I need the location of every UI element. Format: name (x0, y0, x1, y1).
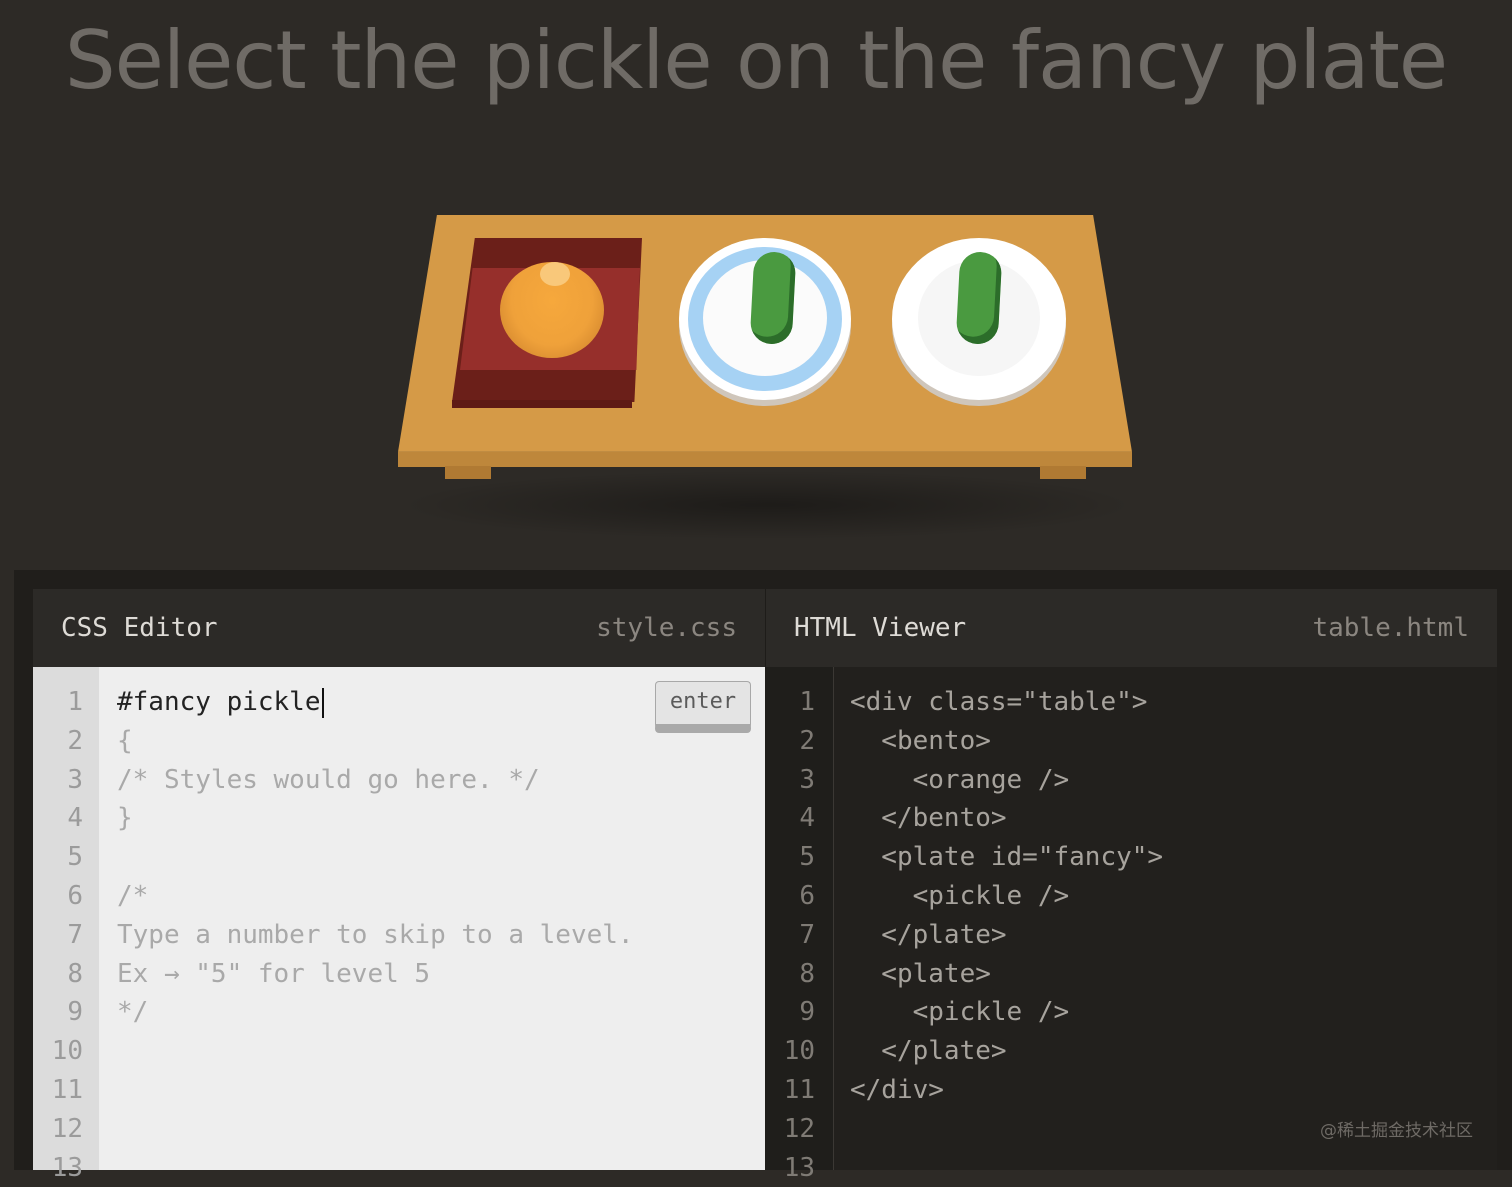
line-number: 12 (783, 1113, 815, 1144)
html-viewer-header: HTML Viewer table.html (765, 589, 1497, 667)
line-number: 2 (799, 725, 815, 756)
code-line: */ (117, 997, 149, 1028)
html-markup-line[interactable]: <plate id="fancy"> (850, 838, 1163, 877)
line-number: 1 (67, 687, 83, 717)
line-number: 6 (67, 880, 83, 911)
html-markup-line (850, 1110, 1163, 1149)
line-number: 3 (799, 764, 815, 795)
table-edge (398, 452, 1132, 467)
pickle-on-fancy-plate[interactable] (749, 250, 797, 346)
line-number: 6 (799, 880, 815, 911)
enter-button[interactable]: enter (655, 681, 751, 733)
line-number: 7 (799, 919, 815, 950)
html-markup-line[interactable]: <pickle /> (850, 993, 1163, 1032)
html-markup-line[interactable]: <div class="table"> (850, 683, 1163, 722)
line-number: 5 (799, 842, 815, 873)
line-number: 7 (67, 919, 83, 950)
line-number: 13 (783, 1152, 815, 1183)
css-editor-filename: style.css (596, 613, 737, 643)
line-number: 11 (51, 1074, 83, 1105)
html-markup-line[interactable]: </plate> (850, 1032, 1163, 1071)
code-line: { (117, 725, 133, 756)
line-number: 2 (67, 725, 83, 756)
bento-foot (452, 400, 632, 408)
html-markup-line[interactable]: <plate> (850, 955, 1163, 994)
css-line-numbers: 1 2 3 4 5 6 7 8 9 10 11 12 13 (33, 683, 83, 1187)
watermark: @稀土掘金技术社区 (1320, 1121, 1473, 1141)
css-selector-input[interactable]: #fancy pickle (117, 687, 321, 717)
html-code-lines: <div class="table"> <bento> <orange /> <… (850, 683, 1163, 1187)
line-number: 4 (67, 803, 83, 834)
line-number: 9 (67, 997, 83, 1028)
level-instruction: Select the pickle on the fancy plate (64, 14, 1448, 107)
code-line: /* Styles would go here. */ (117, 764, 540, 795)
line-number: 9 (799, 997, 815, 1028)
line-number: 11 (783, 1074, 815, 1105)
line-number: 5 (67, 842, 83, 873)
table-leg-right (1040, 466, 1086, 479)
html-markup-line[interactable]: <pickle /> (850, 877, 1163, 916)
html-markup-line[interactable]: <orange /> (850, 761, 1163, 800)
orange-highlight (540, 262, 570, 286)
line-number: 3 (67, 764, 83, 795)
html-markup-line[interactable]: </bento> (850, 799, 1163, 838)
code-line: Type a number to skip to a level. (117, 919, 634, 950)
html-line-numbers: 1 2 3 4 5 6 7 8 9 10 11 12 13 (765, 683, 815, 1187)
table-shadow (395, 470, 1140, 540)
line-number: 10 (51, 1036, 83, 1067)
html-markup-line (850, 1149, 1163, 1187)
code-line: Ex → "5" for level 5 (117, 958, 431, 989)
line-number: 12 (51, 1113, 83, 1144)
line-number: 10 (783, 1036, 815, 1067)
code-line: /* (117, 880, 149, 911)
css-code-lines: #fancy pickle { /* Styles would go here.… (117, 683, 634, 1187)
html-markup-line[interactable]: <bento> (850, 722, 1163, 761)
css-editor-title: CSS Editor (61, 613, 218, 643)
line-number: 8 (67, 958, 83, 989)
css-editor-header: CSS Editor style.css (33, 589, 765, 667)
table-leg-left (445, 466, 491, 479)
html-markup-line[interactable]: </div> (850, 1071, 1163, 1110)
css-selector-input-line[interactable]: #fancy pickle (117, 683, 634, 722)
line-number: 13 (51, 1152, 83, 1183)
text-cursor (321, 687, 324, 718)
line-number: 4 (799, 803, 815, 834)
code-line: } (117, 803, 133, 834)
html-viewer-title: HTML Viewer (794, 613, 967, 643)
html-viewer-filename: table.html (1312, 613, 1469, 643)
line-number: 1 (799, 687, 815, 717)
pickle-on-plain-plate[interactable] (955, 250, 1003, 346)
html-markup-line[interactable]: </plate> (850, 916, 1163, 955)
line-number: 8 (799, 958, 815, 989)
